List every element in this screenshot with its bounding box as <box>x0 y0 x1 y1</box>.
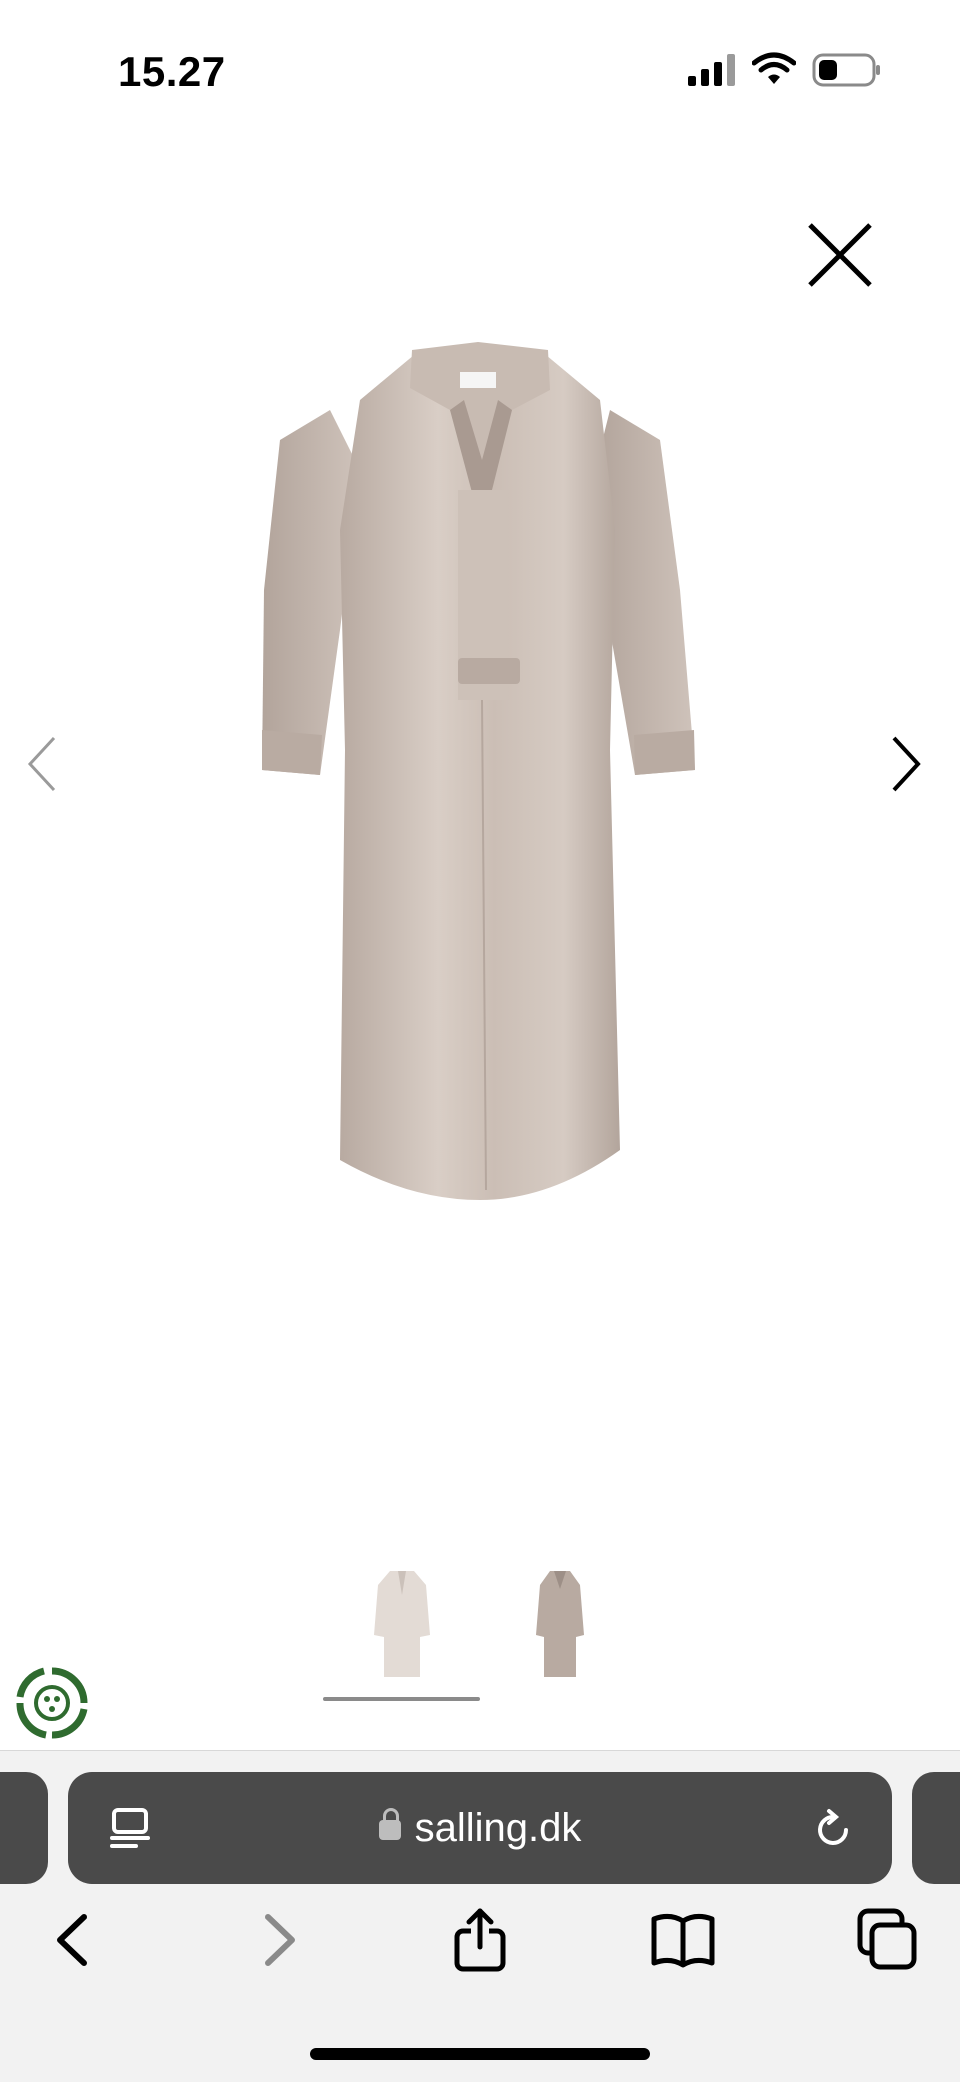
next-tab-preview[interactable] <box>912 1772 960 1884</box>
tabs-icon[interactable] <box>852 1905 922 1975</box>
thumbnail-1[interactable] <box>362 1565 442 1685</box>
thumbnail-2[interactable] <box>520 1565 600 1685</box>
url-text: salling.dk <box>414 1805 582 1850</box>
wifi-icon <box>752 52 796 84</box>
chevron-right-icon[interactable] <box>878 724 938 804</box>
share-icon[interactable] <box>445 1905 515 1975</box>
home-indicator <box>310 2048 650 2060</box>
bookmarks-icon[interactable] <box>648 1905 718 1975</box>
url-field[interactable]: salling.dk <box>68 1772 892 1884</box>
close-icon[interactable] <box>800 215 880 295</box>
reload-icon[interactable] <box>812 1808 856 1852</box>
signal-icon <box>688 54 735 86</box>
previous-tab-preview[interactable] <box>0 1772 48 1884</box>
selected-thumbnail-indicator <box>323 1697 480 1701</box>
chevron-left-icon[interactable] <box>16 724 76 804</box>
product-image <box>262 342 695 1200</box>
status-time: 15.27 <box>118 48 226 95</box>
address-bar[interactable]: salling.dk <box>68 1772 892 1884</box>
back-icon[interactable] <box>38 1905 108 1975</box>
battery-icon <box>812 53 880 87</box>
recycle-badge-icon[interactable] <box>14 1665 90 1741</box>
lock-icon <box>378 1808 401 1840</box>
forward-icon[interactable] <box>244 1905 314 1975</box>
